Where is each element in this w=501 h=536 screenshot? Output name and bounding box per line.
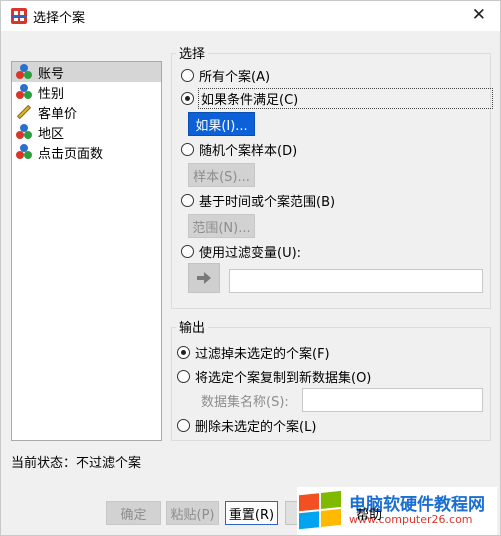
if-button[interactable]: 如果(I)... [188, 112, 255, 136]
radio-button[interactable] [181, 68, 194, 82]
list-item[interactable]: 性别 [12, 82, 161, 102]
help-button-label[interactable]: 帮助 [356, 504, 382, 523]
dataset-name-label: 数据集名称(S): [201, 395, 289, 410]
variable-label: 账号 [38, 66, 65, 82]
variable-label: 地区 [38, 126, 65, 142]
radio-time-range[interactable]: 基于时间或个案范围(B) [181, 191, 336, 210]
list-item[interactable]: 地区 [12, 122, 161, 142]
radio-button[interactable] [181, 244, 194, 258]
radio-label: 将选定个案复制到新数据集(O) [195, 370, 372, 386]
nominal-icon [16, 84, 32, 100]
dataset-name-input[interactable] [302, 388, 483, 412]
paste-button[interactable]: 粘贴(P) [166, 501, 219, 525]
radio-label: 如果条件满足(C) [198, 87, 493, 109]
radio-label: 删除未选定的个案(L) [195, 419, 317, 435]
radio-delete-unselected[interactable]: 删除未选定的个案(L) [177, 416, 317, 435]
status-text: 当前状态：不过滤个案 [11, 456, 142, 471]
variable-label: 客单价 [38, 106, 78, 122]
range-button[interactable]: 范围(N)... [188, 214, 255, 238]
radio-button[interactable] [181, 142, 194, 156]
select-cases-dialog: 选择个案 ✕ 账号 性别 客单价 地区 点击页面数 选择 所有个案(A) 如果条… [0, 0, 501, 536]
app-icon [11, 8, 27, 24]
scale-ruler-icon [16, 104, 32, 120]
sample-button[interactable]: 样本(S)... [188, 163, 255, 187]
radio-copy-dataset[interactable]: 将选定个案复制到新数据集(O) [177, 367, 372, 386]
watermark-logo: 电脑软硬件教程网 www.computer26.com [297, 487, 497, 535]
radio-all-cases[interactable]: 所有个案(A) [181, 66, 271, 85]
radio-random-sample[interactable]: 随机个案样本(D) [181, 140, 298, 159]
window-title: 选择个案 [33, 10, 86, 26]
radio-button[interactable] [177, 369, 190, 383]
windows-logo-icon [299, 490, 343, 532]
radio-button[interactable] [177, 345, 190, 359]
title-bar: 选择个案 ✕ [1, 1, 500, 31]
radio-label: 使用过滤变量(U): [199, 245, 302, 261]
nominal-icon [16, 144, 32, 160]
list-item[interactable]: 客单价 [12, 102, 161, 122]
radio-label: 所有个案(A) [199, 69, 271, 85]
radio-label: 随机个案样本(D) [199, 143, 298, 159]
radio-filter-out[interactable]: 过滤掉未选定的个案(F) [177, 343, 330, 362]
radio-button[interactable] [181, 91, 194, 105]
radio-button[interactable] [181, 193, 194, 207]
variable-list[interactable]: 账号 性别 客单价 地区 点击页面数 [11, 61, 162, 441]
radio-button[interactable] [177, 418, 190, 432]
filter-variable-field[interactable] [229, 269, 483, 293]
list-item[interactable]: 点击页面数 [12, 142, 161, 162]
ok-button[interactable]: 确定 [106, 501, 161, 525]
radio-if-condition[interactable]: 如果条件满足(C) [181, 87, 493, 109]
radio-filter-variable[interactable]: 使用过滤变量(U): [181, 242, 302, 261]
reset-button[interactable]: 重置(R) [225, 501, 278, 525]
move-variable-button[interactable] [188, 263, 220, 293]
nominal-icon [16, 124, 32, 140]
output-group-label: 输出 [176, 317, 209, 336]
list-item[interactable]: 账号 [12, 62, 161, 82]
arrow-right-icon [197, 272, 211, 284]
close-icon[interactable]: ✕ [472, 7, 486, 24]
variable-label: 性别 [38, 86, 65, 102]
variable-label: 点击页面数 [38, 146, 104, 162]
radio-label: 基于时间或个案范围(B) [199, 194, 336, 210]
nominal-icon [16, 64, 32, 80]
radio-label: 过滤掉未选定的个案(F) [195, 346, 330, 362]
select-group-label: 选择 [176, 43, 209, 62]
